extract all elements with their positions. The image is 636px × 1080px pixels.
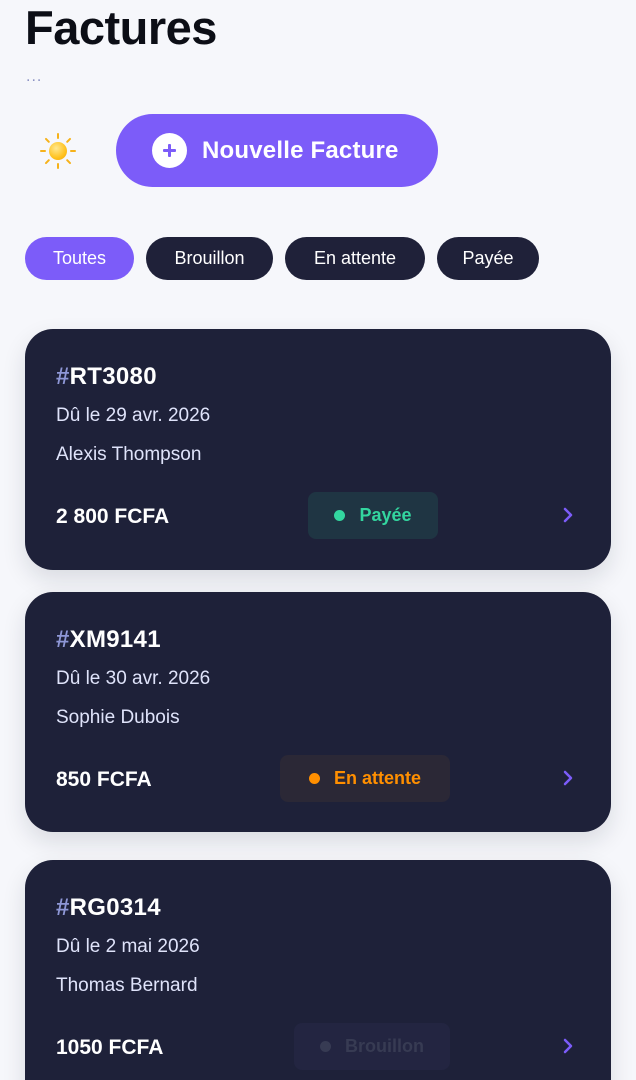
- invoice-amount: 1050 FCFA: [56, 1036, 164, 1059]
- invoice-card[interactable]: #RT3080 Dû le 29 avr. 2026 Alexis Thomps…: [25, 329, 611, 570]
- status-label: Payée: [359, 505, 412, 525]
- invoice-due-date: Dû le 29 avr. 2026: [56, 405, 211, 426]
- invoice-client-name: Thomas Bernard: [56, 975, 198, 996]
- invoice-id: #RT3080: [56, 363, 157, 390]
- invoice-card[interactable]: #XM9141 Dû le 30 avr. 2026 Sophie Dubois…: [25, 592, 611, 832]
- new-invoice-label: Nouvelle Facture: [202, 136, 399, 164]
- new-invoice-button[interactable]: Nouvelle Facture: [116, 114, 438, 187]
- filter-chip-pending[interactable]: En attente: [285, 237, 425, 280]
- status-badge: En attente: [280, 755, 450, 802]
- invoice-amount: 2 800 FCFA: [56, 505, 170, 528]
- status-dot-icon: [320, 1041, 331, 1052]
- filter-chip-draft[interactable]: Brouillon: [146, 237, 273, 280]
- status-badge: Brouillon: [294, 1023, 450, 1070]
- status-dot-icon: [334, 510, 346, 521]
- status-filter-bar: Toutes Brouillon En attente Payée: [25, 237, 539, 280]
- chevron-right-icon[interactable]: [558, 1036, 578, 1056]
- invoice-amount: 850 FCFA: [56, 768, 152, 791]
- status-label: En attente: [333, 768, 421, 788]
- invoice-id: #XM9141: [56, 626, 161, 653]
- status-badge: Payée: [308, 492, 438, 539]
- invoice-client-name: Alexis Thompson: [56, 444, 202, 465]
- invoice-due-date: Dû le 30 avr. 2026: [56, 668, 211, 689]
- invoice-card[interactable]: #RG0314 Dû le 2 mai 2026 Thomas Bernard …: [25, 860, 611, 1080]
- theme-toggle-button[interactable]: [38, 131, 78, 171]
- invoice-client-name: Sophie Dubois: [56, 707, 180, 728]
- invoice-due-date: Dû le 2 mai 2026: [56, 936, 200, 957]
- chevron-right-icon[interactable]: [558, 768, 578, 788]
- filter-chip-paid[interactable]: Payée: [437, 237, 539, 280]
- chevron-right-icon[interactable]: [558, 505, 578, 525]
- invoices-page: Factures ... Nouvelle Facture Toutes Bro…: [0, 0, 636, 1080]
- page-title: Factures: [25, 1, 217, 54]
- filter-chip-all[interactable]: Toutes: [25, 237, 134, 280]
- status-dot-icon: [308, 773, 320, 784]
- invoice-id: #RG0314: [56, 894, 161, 921]
- status-label: Brouillon: [345, 1036, 424, 1056]
- plus-icon: [152, 133, 187, 168]
- page-subtitle: ...: [26, 68, 43, 85]
- sun-icon: [38, 131, 78, 171]
